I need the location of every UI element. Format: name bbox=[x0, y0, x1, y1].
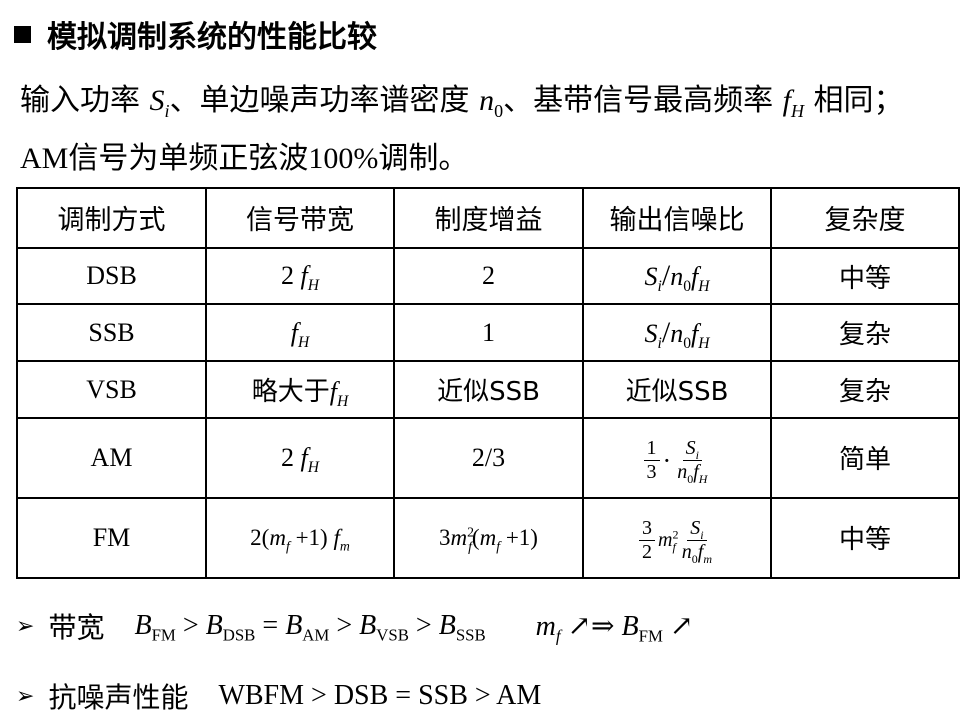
snr-formula: Si/n0fH bbox=[582, 303, 772, 363]
bullet-bandwidth: ➢ 带宽 BFM > BDSB = BAM > BVSB > BSSB mf ↗… bbox=[16, 606, 693, 646]
header-bandwidth: 信号带宽 bbox=[205, 187, 395, 249]
section-title: 模拟调制系统的性能比较 bbox=[14, 14, 377, 55]
table-row: FM 2(mf +1) fm 3m2f(mf +1) 32 m2f Si n0fm… bbox=[16, 496, 960, 580]
bullet-noise-performance: ➢ 抗噪声性能 WBFM > DSB = SSB > AM bbox=[16, 676, 541, 716]
snr-formula: Si/n0fH bbox=[582, 246, 772, 306]
bullet-label: 带宽 bbox=[48, 611, 105, 644]
fm-bandwidth-formula: 2(mf +1) fm bbox=[205, 496, 395, 580]
bullet-label: 抗噪声性能 bbox=[48, 681, 189, 714]
snr-formula-fm: 32 m2f Si n0fm bbox=[582, 496, 772, 580]
comparison-table: 调制方式 信号带宽 制度增益 输出信噪比 复杂度 DSB 2 fH 2 Si/n… bbox=[16, 187, 960, 580]
arrow-bullet-icon: ➢ bbox=[16, 683, 35, 709]
intro-line-1: 输入功率 Si、单边噪声功率谱密度 n0、基带信号最高频率 fH 相同； bbox=[20, 83, 904, 121]
table-row: DSB 2 fH 2 Si/n0fH 中等 bbox=[16, 246, 960, 306]
bandwidth-inequality: BFM > BDSB = BAM > BVSB > BSSB bbox=[134, 610, 486, 645]
table-row: SSB fH 1 Si/n0fH 复杂 bbox=[16, 303, 960, 363]
noise-inequality: WBFM > DSB = SSB > AM bbox=[218, 680, 542, 711]
table-row: AM 2 fH 2/3 13 · Si n0fH 简单 bbox=[16, 416, 960, 499]
header-gain: 制度增益 bbox=[393, 187, 584, 249]
fm-gain-formula: 3m2f(mf +1) bbox=[393, 496, 584, 580]
square-bullet-icon bbox=[14, 25, 31, 43]
table-row: VSB 略大于fH 近似SSB 近似SSB 复杂 bbox=[16, 360, 960, 419]
fm-relation: mf ↗⇒ BFM ↗ bbox=[535, 611, 694, 646]
table-header-row: 调制方式 信号带宽 制度增益 输出信噪比 复杂度 bbox=[16, 187, 960, 249]
snr-formula-am: 13 · Si n0fH bbox=[582, 416, 772, 499]
title-text: 模拟调制系统的性能比较 bbox=[47, 20, 377, 55]
header-snr: 输出信噪比 bbox=[582, 187, 772, 249]
intro-line-2: AM信号为单频正弦波100%调制。 bbox=[20, 142, 469, 175]
header-mode: 调制方式 bbox=[16, 187, 207, 249]
arrow-bullet-icon: ➢ bbox=[16, 613, 35, 639]
header-complexity: 复杂度 bbox=[770, 187, 960, 249]
